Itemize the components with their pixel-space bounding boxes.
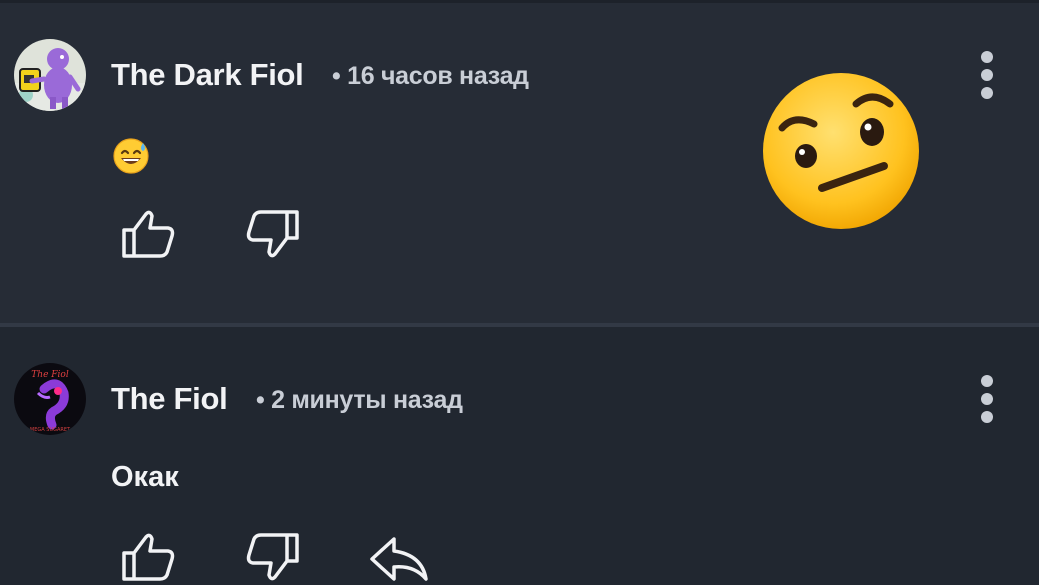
sweat-smile-emoji [113, 138, 149, 174]
comment-timestamp: • 2 минуты назад [256, 386, 463, 414]
like-button[interactable] [120, 531, 176, 583]
avatar[interactable] [14, 39, 86, 111]
raised-eyebrow-emoji [763, 73, 919, 229]
svg-text:The Fiol: The Fiol [31, 370, 69, 380]
dislike-button[interactable] [245, 208, 301, 260]
more-vertical-icon[interactable] [976, 375, 998, 431]
reply-icon [370, 537, 428, 581]
comment-card: The Fiol MEGA SUGARET The Fiol • 2 минут… [0, 327, 1039, 585]
purple-character-avatar-image [14, 39, 86, 111]
svg-text:MEGA SUGARET: MEGA SUGARET [30, 427, 71, 433]
comment-author[interactable]: The Dark Fiol [111, 57, 304, 93]
comment-timestamp: • 16 часов назад [332, 62, 529, 90]
more-vertical-icon[interactable] [976, 51, 998, 107]
thumbs-down-icon [246, 533, 299, 581]
comment-author[interactable]: The Fiol [111, 381, 228, 417]
reply-button[interactable] [368, 535, 428, 585]
thumbs-down-icon [246, 210, 299, 258]
dislike-button[interactable] [245, 531, 301, 583]
thumbs-up-icon [122, 210, 175, 258]
dark-purple-character-avatar-image: The Fiol MEGA SUGARET [14, 363, 86, 435]
like-button[interactable] [120, 208, 176, 260]
comment-body: Окак [111, 461, 179, 493]
thumbs-up-icon [122, 533, 175, 581]
avatar[interactable]: The Fiol MEGA SUGARET [14, 363, 86, 435]
comments-page: The Dark Fiol • 16 часов назад The Fiol … [0, 0, 1039, 585]
